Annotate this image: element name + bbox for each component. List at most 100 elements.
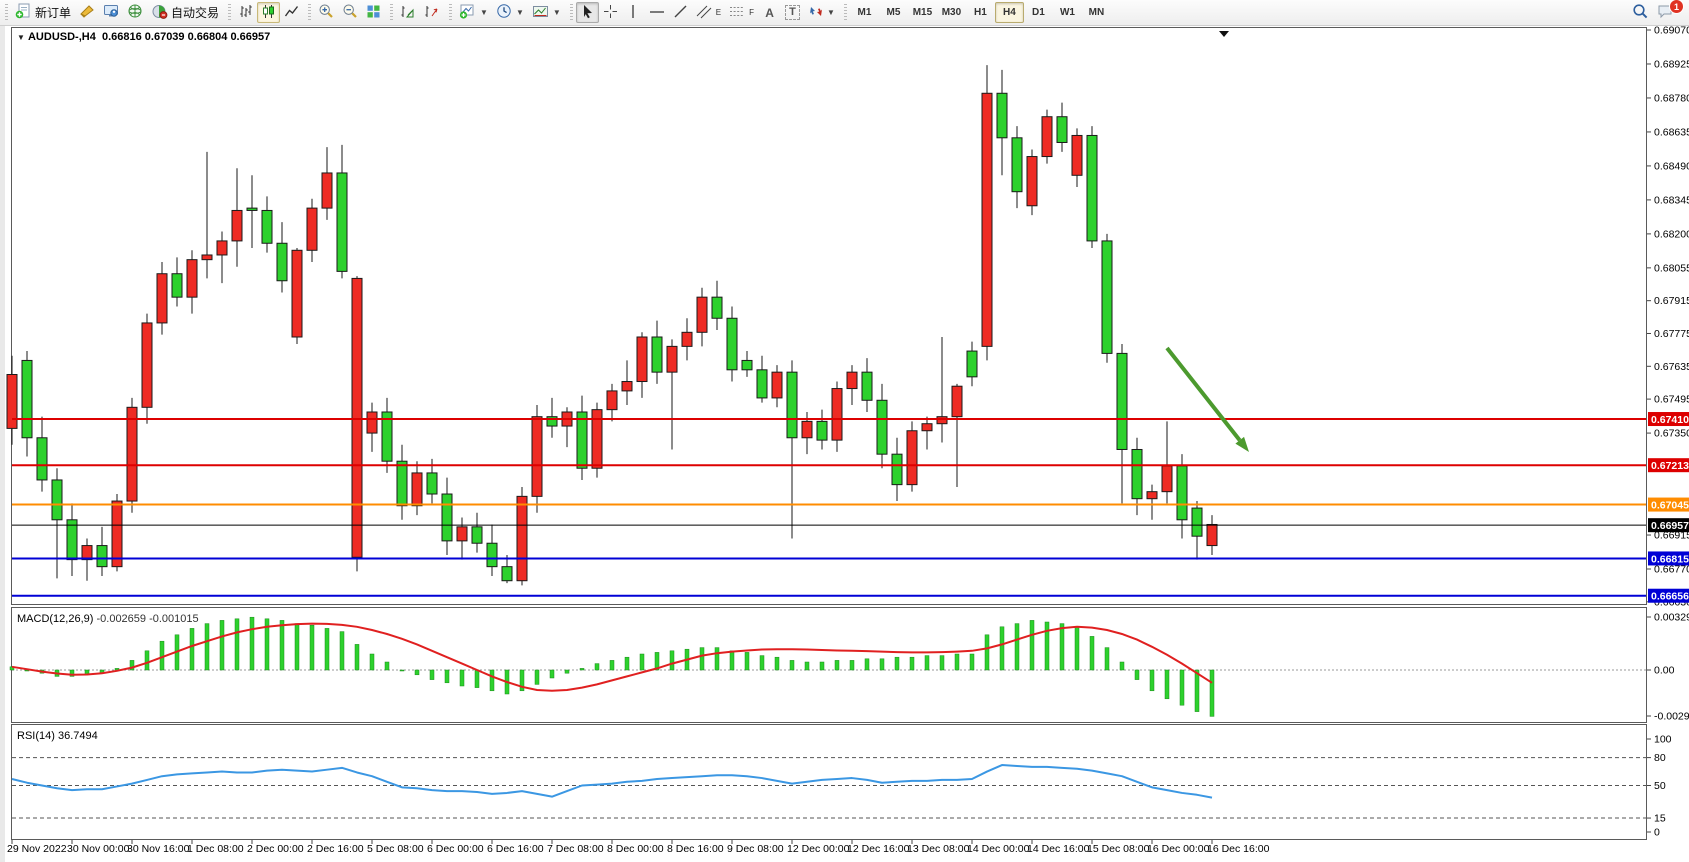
market-watch-button[interactable] (99, 2, 123, 23)
macd-panel (12, 608, 1647, 723)
macd-histogram-bar (340, 632, 344, 670)
price-label-text: 0.66656 (1651, 591, 1689, 603)
macd-histogram-bar (1120, 662, 1124, 670)
time-axis-label: 1 Dec 08:00 (187, 843, 244, 855)
rsi-axis-label: 100 (1654, 734, 1672, 746)
candle-body (367, 412, 377, 433)
macd-histogram-bar (805, 662, 809, 670)
notification-badge: 1 (1669, 0, 1684, 14)
timeframe-w1-button[interactable]: W1 (1053, 2, 1082, 23)
candle-body (502, 567, 512, 581)
timeframe-m30-button[interactable]: M30 (937, 2, 966, 23)
chart-title[interactable]: ▼ AUDUSD-,H4 0.66816 0.67039 0.66804 0.6… (17, 31, 270, 43)
candle-body (802, 421, 812, 437)
vertical-line-icon (628, 4, 638, 22)
chevron-down-icon: ▼ (516, 8, 524, 17)
macd-histogram-bar (280, 620, 284, 670)
period-button[interactable]: ▼ (492, 2, 528, 23)
price-axis-tick-label: 0.67775 (1654, 328, 1689, 340)
candle-body (877, 400, 887, 454)
rsi-indicator-header: RSI(14) 36.7494 (17, 730, 98, 742)
chart-high-value: 0.67039 (145, 31, 185, 43)
macd-histogram-bar (250, 617, 254, 670)
symbol-dropdown-icon[interactable]: ▼ (17, 33, 25, 42)
add-indicator-button[interactable]: ▼ (455, 2, 492, 23)
indicator-window-button[interactable] (396, 2, 420, 23)
timeframe-mn-button[interactable]: MN (1082, 2, 1111, 23)
new-order-icon (15, 3, 32, 22)
candle-body (757, 370, 767, 398)
rsi-axis-label: 50 (1654, 780, 1666, 792)
candle-body (1132, 449, 1142, 498)
vertical-line-tool-button[interactable] (622, 2, 645, 23)
horizontal-line-tool-button[interactable] (645, 2, 669, 23)
gold-wedge-icon (79, 3, 95, 22)
time-axis-label: 14 Dec 00:00 (967, 843, 1030, 855)
candle-body (1057, 117, 1067, 143)
macd-histogram-bar (610, 660, 614, 670)
metaeditor-button[interactable] (75, 2, 99, 23)
macd-histogram-bar (1060, 624, 1064, 670)
chart-canvas[interactable]: 0.690700.689250.687800.686350.684900.683… (5, 26, 1689, 862)
autotrading-button[interactable]: 自动交易 (147, 2, 223, 23)
new-order-button[interactable]: 新订单 (11, 2, 75, 23)
macd-histogram-bar (385, 662, 389, 670)
macd-histogram-bar (970, 654, 974, 670)
crosshair-tool-button[interactable] (599, 2, 622, 23)
main-toolbar: 新订单 自动交易 (0, 0, 1689, 26)
panel-divider-rsi[interactable] (5, 723, 1689, 728)
signals-button[interactable] (123, 2, 147, 23)
chart-symbol-period: AUDUSD-,H4 (28, 31, 96, 43)
notifications-button[interactable]: 1 (1653, 2, 1679, 23)
template-button[interactable]: ▼ (528, 2, 565, 23)
time-axis-label: 14 Dec 16:00 (1027, 843, 1090, 855)
line-chart-type-button[interactable] (280, 2, 303, 23)
candle-body (127, 407, 137, 501)
bar-chart-type-button[interactable] (234, 2, 257, 23)
fibonacci-tool-button[interactable]: F (725, 2, 758, 23)
tile-windows-button[interactable] (362, 2, 385, 23)
macd-histogram-bar (565, 670, 569, 673)
chevron-down-icon: ▼ (480, 8, 488, 17)
timeframe-m1-button[interactable]: M1 (850, 2, 879, 23)
timeframe-m5-button[interactable]: M5 (879, 2, 908, 23)
trendline-tool-button[interactable] (669, 2, 692, 23)
new-order-label: 新订单 (35, 4, 71, 21)
candle-chart-type-button[interactable] (257, 2, 280, 23)
candle-body (1027, 157, 1037, 206)
object-window-button[interactable] (420, 2, 444, 23)
time-axis-label: 7 Dec 08:00 (547, 843, 604, 855)
chart-close-value: 0.66957 (230, 31, 270, 43)
zoom-in-button[interactable] (314, 2, 338, 23)
candle-body (472, 527, 482, 543)
timeframe-m15-button[interactable]: M15 (908, 2, 937, 23)
chart-open-value: 0.66816 (102, 31, 142, 43)
arrows-tool-button[interactable]: ▼ (804, 2, 839, 23)
macd-histogram-bar (1165, 670, 1169, 699)
time-axis-label: 30 Nov 16:00 (127, 843, 190, 855)
candle-body (457, 527, 467, 541)
timeframe-h4-button[interactable]: H4 (995, 2, 1024, 23)
zoom-in-icon (318, 3, 334, 22)
candle-body (247, 208, 257, 210)
cursor-tool-button[interactable] (576, 2, 599, 23)
price-axis-tick-label: 0.68055 (1654, 262, 1689, 274)
candle-body (832, 389, 842, 441)
text-tool-button[interactable]: A (758, 2, 781, 23)
macd-histogram-bar (370, 654, 374, 670)
candle-body (427, 473, 437, 494)
zoom-out-button[interactable] (338, 2, 362, 23)
price-axis-tick-label: 0.67495 (1654, 394, 1689, 406)
timeframe-h1-button[interactable]: H1 (966, 2, 995, 23)
search-button[interactable] (1628, 2, 1653, 23)
candle-body (982, 93, 992, 346)
channel-tool-button[interactable]: E (692, 2, 725, 23)
panel-divider-macd[interactable] (5, 605, 1689, 610)
timeframe-d1-button[interactable]: D1 (1024, 2, 1053, 23)
price-label-text: 0.66957 (1651, 520, 1689, 532)
toolbar-group-windows (389, 0, 448, 25)
candle-body (442, 494, 452, 541)
macd-histogram-bar (1045, 622, 1049, 670)
text-label-tool-button[interactable]: T (781, 2, 804, 23)
macd-label: MACD(12,26,9) (17, 613, 93, 625)
